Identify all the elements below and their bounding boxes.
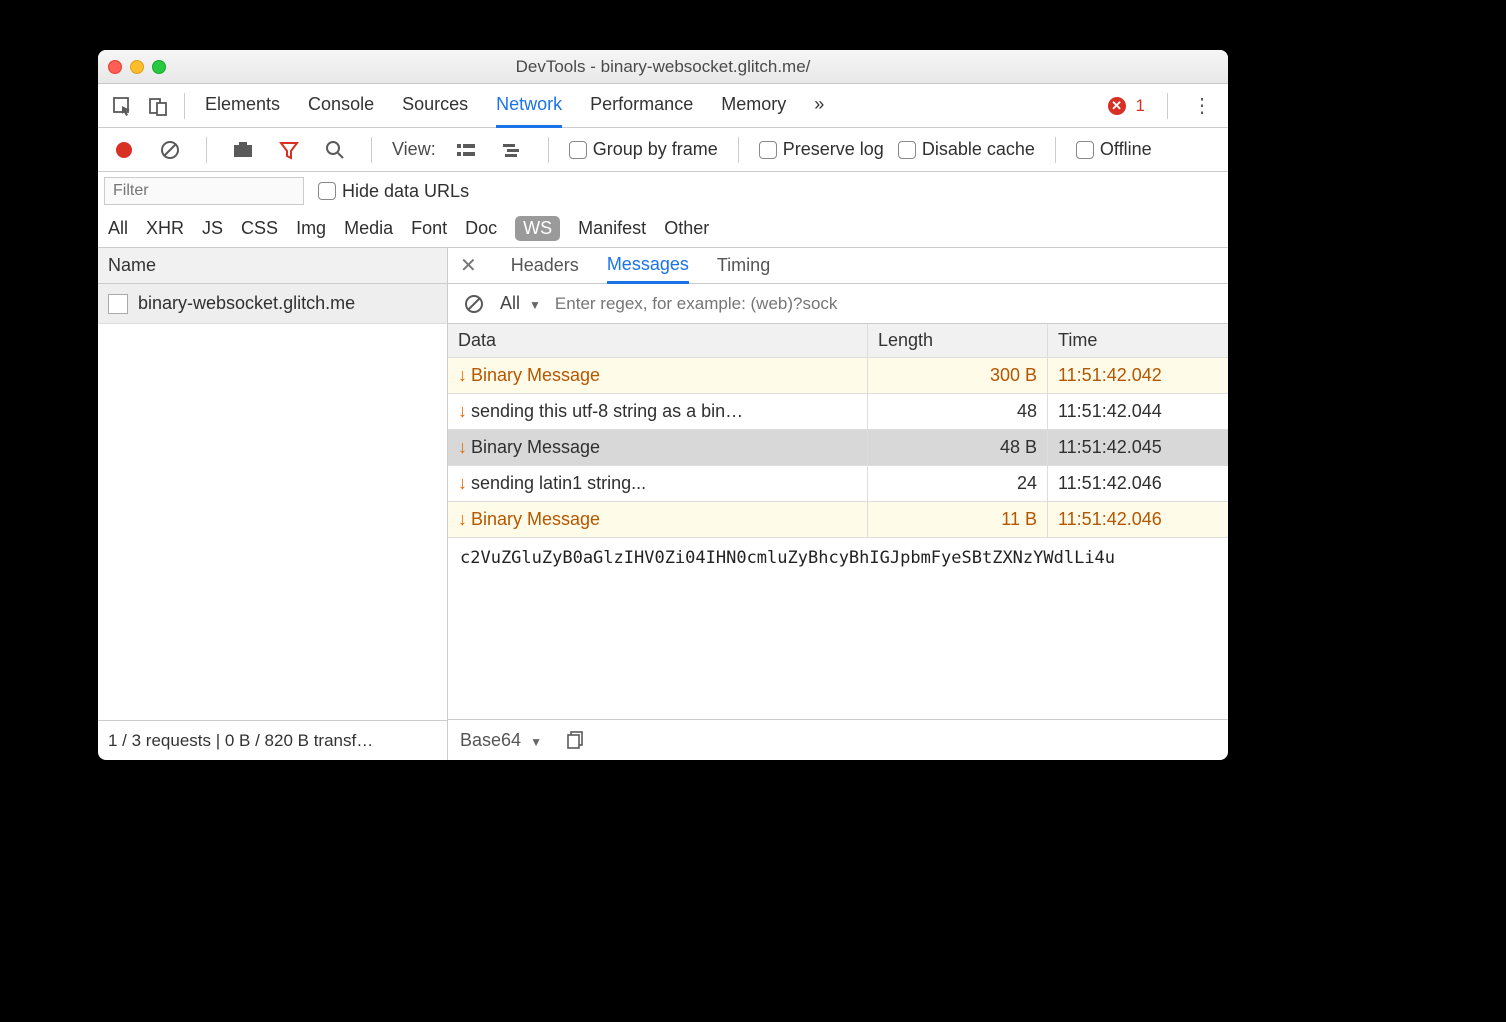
message-time: 11:51:42.045 (1048, 430, 1228, 465)
message-text: Binary Message (471, 365, 600, 386)
arrow-down-icon: ↓ (458, 365, 467, 386)
message-row[interactable]: ↓Binary Message 11 B11:51:42.046 (448, 502, 1228, 538)
filter-input[interactable] (104, 177, 304, 205)
error-icon[interactable]: ✕ (1108, 97, 1126, 115)
inspect-element-icon[interactable] (106, 90, 138, 122)
encoding-dropdown[interactable]: Base64 ▼ (460, 730, 542, 751)
tab-elements[interactable]: Elements (205, 84, 280, 127)
type-filter-img[interactable]: Img (296, 218, 326, 239)
message-length: 24 (868, 466, 1048, 501)
panel-tabs: Elements Console Sources Network Perform… (205, 84, 824, 127)
message-time: 11:51:42.042 (1048, 358, 1228, 393)
disable-cache-checkbox[interactable]: Disable cache (898, 139, 1035, 160)
arrow-down-icon: ↓ (458, 473, 467, 494)
network-toolbar: View: Group by frame Preserve log Disabl… (98, 128, 1228, 172)
titlebar: DevTools - binary-websocket.glitch.me/ (98, 50, 1228, 84)
detail-tab-messages[interactable]: Messages (607, 248, 689, 284)
message-text: sending this utf-8 string as a bin… (471, 401, 743, 422)
tab-performance[interactable]: Performance (590, 84, 693, 127)
message-length: 48 B (868, 430, 1048, 465)
large-rows-icon[interactable] (450, 134, 482, 166)
arrow-down-icon: ↓ (458, 401, 467, 422)
type-filter-xhr[interactable]: XHR (146, 218, 184, 239)
messages-header: Data Length Time (448, 324, 1228, 358)
request-row[interactable]: binary-websocket.glitch.me (98, 284, 447, 324)
search-icon[interactable] (319, 134, 351, 166)
col-data[interactable]: Data (448, 324, 868, 357)
messages-filter-dropdown[interactable]: All ▼ (500, 293, 541, 314)
type-filter-other[interactable]: Other (664, 218, 709, 239)
message-time: 11:51:42.046 (1048, 466, 1228, 501)
preview-footer: Base64 ▼ (448, 720, 1228, 760)
request-list-pane: Name binary-websocket.glitch.me 1 / 3 re… (98, 248, 448, 760)
request-summary: 1 / 3 requests | 0 B / 820 B transf… (98, 720, 447, 760)
clear-icon[interactable] (154, 134, 186, 166)
hide-data-urls-checkbox[interactable]: Hide data URLs (318, 181, 469, 202)
message-row[interactable]: ↓sending this utf-8 string as a bin… 4811… (448, 394, 1228, 430)
arrow-down-icon: ↓ (458, 509, 467, 530)
detail-pane: ✕ Headers Messages Timing All ▼ Data Len… (448, 248, 1228, 760)
type-filter-all[interactable]: All (108, 218, 128, 239)
chevron-down-icon: ▼ (529, 298, 541, 312)
type-filter-font[interactable]: Font (411, 218, 447, 239)
copy-icon[interactable] (560, 724, 592, 756)
tab-memory[interactable]: Memory (721, 84, 786, 127)
request-name: binary-websocket.glitch.me (138, 293, 355, 314)
view-label: View: (392, 139, 436, 160)
content-area: Name binary-websocket.glitch.me 1 / 3 re… (98, 248, 1228, 760)
preserve-log-checkbox[interactable]: Preserve log (759, 139, 884, 160)
tab-sources[interactable]: Sources (402, 84, 468, 127)
type-filter-row: All XHR JS CSS Img Media Font Doc WS Man… (98, 210, 1228, 248)
message-text: sending latin1 string... (471, 473, 646, 494)
main-tabbar: Elements Console Sources Network Perform… (98, 84, 1228, 128)
tabs-overflow[interactable]: » (814, 84, 824, 127)
tab-console[interactable]: Console (308, 84, 374, 127)
chevron-down-icon: ▼ (530, 735, 542, 749)
waterfall-icon[interactable] (496, 134, 528, 166)
filter-icon[interactable] (273, 134, 305, 166)
message-text: Binary Message (471, 509, 600, 530)
error-count[interactable]: 1 (1136, 96, 1145, 116)
type-filter-media[interactable]: Media (344, 218, 393, 239)
messages-regex-input[interactable] (551, 290, 1218, 318)
more-options-icon[interactable]: ⋮ (1184, 89, 1220, 122)
window-title: DevTools - binary-websocket.glitch.me/ (98, 57, 1228, 77)
device-toolbar-icon[interactable] (142, 90, 174, 122)
close-detail-icon[interactable]: ✕ (460, 253, 477, 278)
messages-toolbar: All ▼ (448, 284, 1228, 324)
record-button[interactable] (108, 134, 140, 166)
tab-network[interactable]: Network (496, 84, 562, 128)
request-list-header: Name (98, 248, 447, 284)
type-filter-manifest[interactable]: Manifest (578, 218, 646, 239)
type-filter-ws[interactable]: WS (515, 216, 560, 241)
clear-messages-icon[interactable] (458, 288, 490, 320)
message-preview[interactable]: c2VuZGluZyB0aGlzIHV0Zi04IHN0cmluZyBhcyBh… (448, 538, 1228, 720)
message-time: 11:51:42.046 (1048, 502, 1228, 537)
message-row[interactable]: ↓Binary Message 300 B11:51:42.042 (448, 358, 1228, 394)
detail-tab-headers[interactable]: Headers (511, 249, 579, 282)
devtools-window: DevTools - binary-websocket.glitch.me/ E… (98, 50, 1228, 760)
arrow-down-icon: ↓ (458, 437, 467, 458)
col-time[interactable]: Time (1048, 324, 1228, 357)
messages-rows: ↓Binary Message300 B11:51:42.042↓sending… (448, 358, 1228, 538)
detail-tab-timing[interactable]: Timing (717, 249, 770, 282)
message-row[interactable]: ↓Binary Message 48 B11:51:42.045 (448, 430, 1228, 466)
message-length: 48 (868, 394, 1048, 429)
detail-tabs: ✕ Headers Messages Timing (448, 248, 1228, 284)
filter-row: Hide data URLs (98, 172, 1228, 210)
type-filter-css[interactable]: CSS (241, 218, 278, 239)
message-length: 300 B (868, 358, 1048, 393)
message-row[interactable]: ↓sending latin1 string... 2411:51:42.046 (448, 466, 1228, 502)
favicon-placeholder-icon (108, 294, 128, 314)
message-length: 11 B (868, 502, 1048, 537)
group-by-frame-checkbox[interactable]: Group by frame (569, 139, 718, 160)
type-filter-doc[interactable]: Doc (465, 218, 497, 239)
col-length[interactable]: Length (868, 324, 1048, 357)
message-text: Binary Message (471, 437, 600, 458)
message-time: 11:51:42.044 (1048, 394, 1228, 429)
offline-checkbox[interactable]: Offline (1076, 139, 1152, 160)
capture-screenshots-icon[interactable] (227, 134, 259, 166)
type-filter-js[interactable]: JS (202, 218, 223, 239)
